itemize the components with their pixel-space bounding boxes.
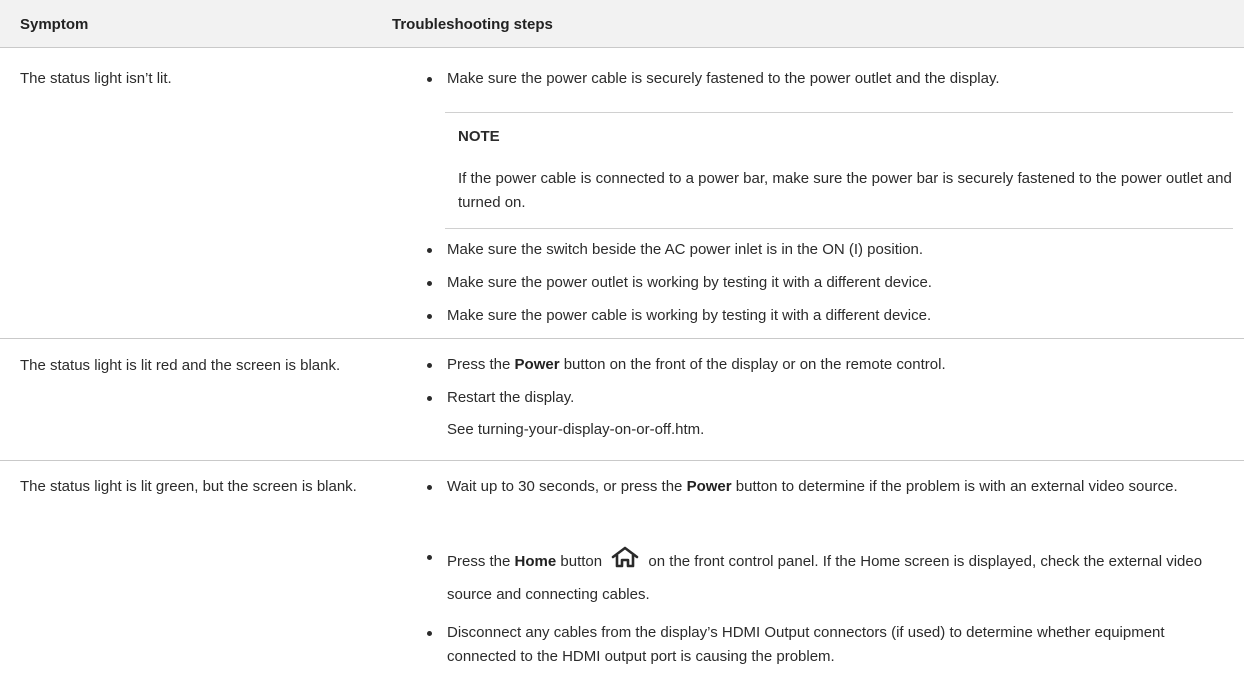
power-label: Power — [686, 478, 732, 495]
bullet-icon — [427, 363, 432, 368]
step-text: Press the Home button on the front contr… — [447, 545, 1227, 611]
table-header: Symptom Troubleshooting steps — [0, 0, 1244, 48]
symptom-cell: The status light is lit green, but the s… — [20, 478, 357, 495]
list-item: Press the Home button on the front contr… — [427, 541, 1227, 603]
bullet-icon — [427, 396, 432, 401]
step-text: Make sure the power outlet is working by… — [447, 274, 932, 291]
list-item: Disconnect any cables from the display’s… — [427, 621, 1227, 693]
bullet-icon — [427, 485, 432, 490]
power-label: Power — [514, 356, 560, 373]
note-box: NOTE If the power cable is connected to … — [445, 112, 1233, 229]
bullet-icon — [427, 555, 432, 560]
see-also-link-text[interactable]: See turning-your-display-on-or-off.htm. — [447, 418, 704, 442]
bullet-icon — [427, 314, 432, 319]
list-item: Wait up to 30 seconds, or press the Powe… — [427, 475, 1227, 523]
bullet-icon — [427, 631, 432, 636]
header-symptom: Symptom — [20, 16, 89, 33]
home-label: Home — [514, 553, 557, 570]
bullet-icon — [427, 248, 432, 253]
note-title: NOTE — [458, 128, 500, 145]
step-text: Restart the display. — [447, 389, 575, 406]
symptom-cell: The status light is lit red and the scre… — [20, 357, 341, 374]
step-text: Press the Power button on the front of t… — [447, 356, 946, 373]
header-troubleshooting-steps: Troubleshooting steps — [392, 16, 553, 33]
step-text: Disconnect any cables from the display’s… — [447, 624, 1165, 665]
note-text: If the power cable is connected to a pow… — [458, 170, 1232, 211]
home-icon — [611, 546, 639, 568]
bullet-icon — [427, 77, 432, 82]
step-text: Wait up to 30 seconds, or press the Powe… — [447, 478, 1178, 495]
symptom-cell: The status light isn’t lit. — [20, 70, 172, 87]
step-text: Make sure the power cable is securely fa… — [447, 70, 1000, 87]
step-text: Make sure the power cable is working by … — [447, 307, 932, 324]
bullet-icon — [427, 281, 432, 286]
step-text: Make sure the switch beside the AC power… — [447, 241, 924, 258]
